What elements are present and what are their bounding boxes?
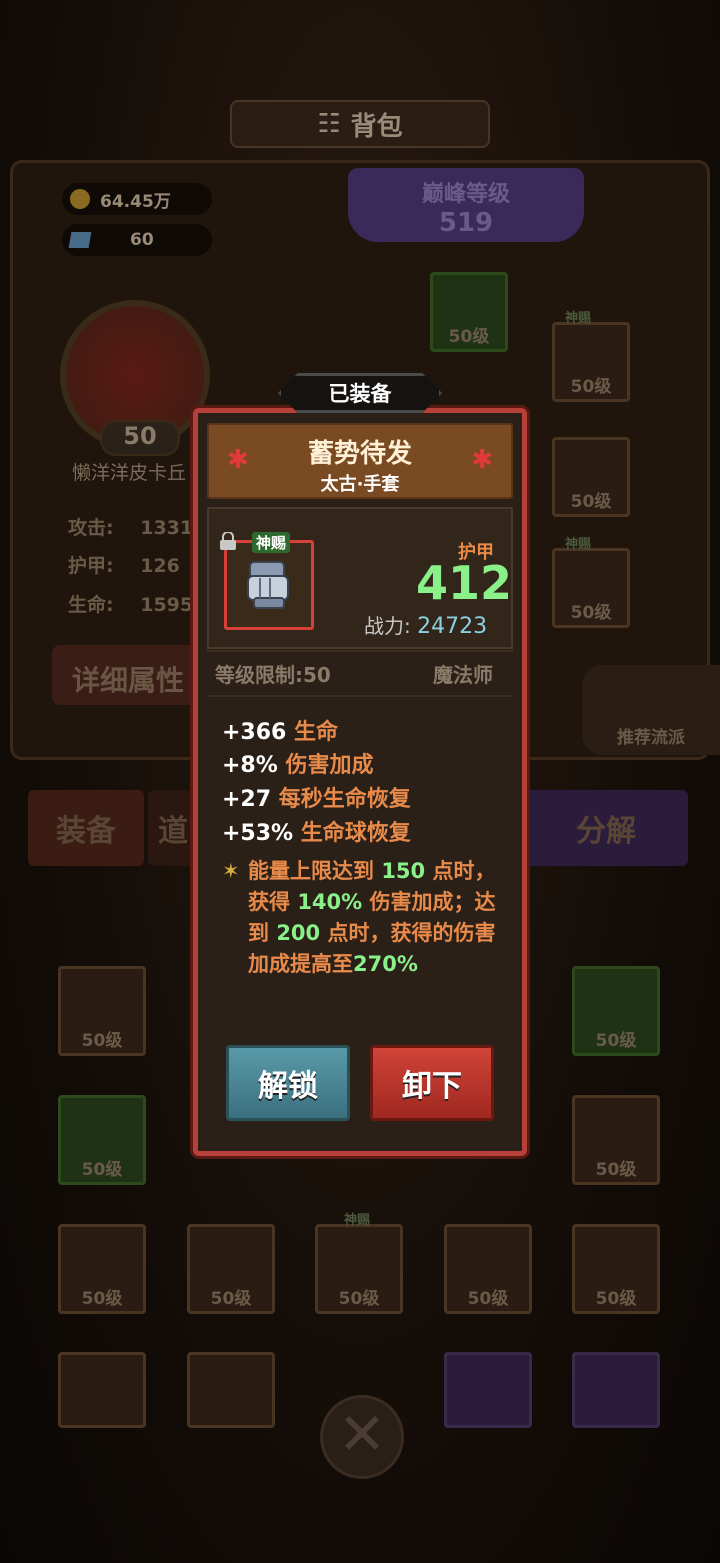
stat-armor: 护甲: 126	[68, 555, 180, 577]
star-icon: ✱	[471, 445, 493, 475]
recommend-build-button[interactable]: 推荐流派	[582, 665, 720, 755]
divider	[207, 650, 513, 652]
bonus-line: +366 生命	[222, 720, 339, 745]
blessed-tag: 神赐	[252, 532, 291, 553]
inventory-item[interactable]: 50级	[444, 1224, 532, 1314]
star-icon: ✱	[227, 445, 249, 475]
tab-items[interactable]: 道	[148, 790, 198, 866]
armor-value: 412	[416, 556, 513, 610]
equip-slot[interactable]: 50级	[430, 272, 508, 352]
inventory-item[interactable]: 50级	[187, 1224, 275, 1314]
inventory-item[interactable]	[572, 1352, 660, 1428]
stat-attack: 攻击: 1331	[68, 517, 194, 539]
close-icon[interactable]: ✕	[320, 1395, 404, 1479]
level-requirement: 等级限制:50	[215, 663, 331, 687]
inventory-item[interactable]: 50级	[572, 1224, 660, 1314]
unequip-button[interactable]: 卸下	[370, 1045, 494, 1121]
special-effect-text: ✶ 能量上限达到 150 点时，获得 140% 伤害加成；达到 200 点时，获…	[222, 856, 504, 980]
stat-life: 生命: 1595	[68, 594, 194, 616]
coin-icon	[70, 189, 90, 209]
backpack-icon: ☷	[317, 109, 341, 139]
item-header: ✱ ✱ 蓄势待发 太古·手套	[207, 423, 513, 499]
unlock-button[interactable]: 解锁	[226, 1045, 350, 1121]
class-requirement: 魔法师	[433, 663, 493, 687]
bonus-line: +53% 生命球恢复	[222, 821, 411, 846]
page-title: ☷ 背包	[230, 100, 490, 148]
character-level: 50	[100, 420, 180, 456]
inventory-item[interactable]: 50级	[58, 966, 146, 1056]
gem-icon	[68, 232, 92, 248]
inventory-item[interactable]	[187, 1352, 275, 1428]
gauntlet-icon	[247, 561, 289, 609]
peak-level-banner: 巅峰等级 519	[348, 168, 584, 242]
inventory-item[interactable]: 神赐 50级	[315, 1213, 403, 1314]
bonus-line: +8% 伤害加成	[222, 753, 374, 778]
lock-icon	[220, 532, 236, 550]
equip-slot[interactable]: 神赐 50级	[552, 311, 630, 402]
inventory-item[interactable]: 50级	[58, 1224, 146, 1314]
inventory-item[interactable]: 50级	[572, 966, 660, 1056]
bonus-line: +27 每秒生命恢复	[222, 787, 411, 812]
equip-slot[interactable]: 50级	[552, 437, 630, 517]
gold-counter: 64.45万	[62, 183, 212, 215]
equip-slot[interactable]: 神赐 50级	[552, 537, 630, 628]
tab-equipment[interactable]: 装备	[28, 790, 144, 866]
power-rating: 战力: 24723	[364, 614, 488, 639]
inventory-item[interactable]: 50级	[58, 1095, 146, 1185]
divider	[207, 695, 513, 697]
item-name: 蓄势待发	[307, 439, 412, 469]
inventory-item[interactable]	[58, 1352, 146, 1428]
equipped-label: 已装备	[278, 373, 442, 413]
character-name: 懒洋洋皮卡丘	[72, 462, 187, 484]
star-icon: ✶	[222, 859, 240, 883]
item-icon-box	[224, 540, 314, 630]
inventory-item[interactable]: 50级	[572, 1095, 660, 1185]
item-subtitle: 太古·手套	[320, 474, 400, 495]
tab-decompose[interactable]: 分解	[524, 790, 688, 866]
inventory-item[interactable]	[444, 1352, 532, 1428]
gem-counter: 60	[62, 224, 212, 256]
